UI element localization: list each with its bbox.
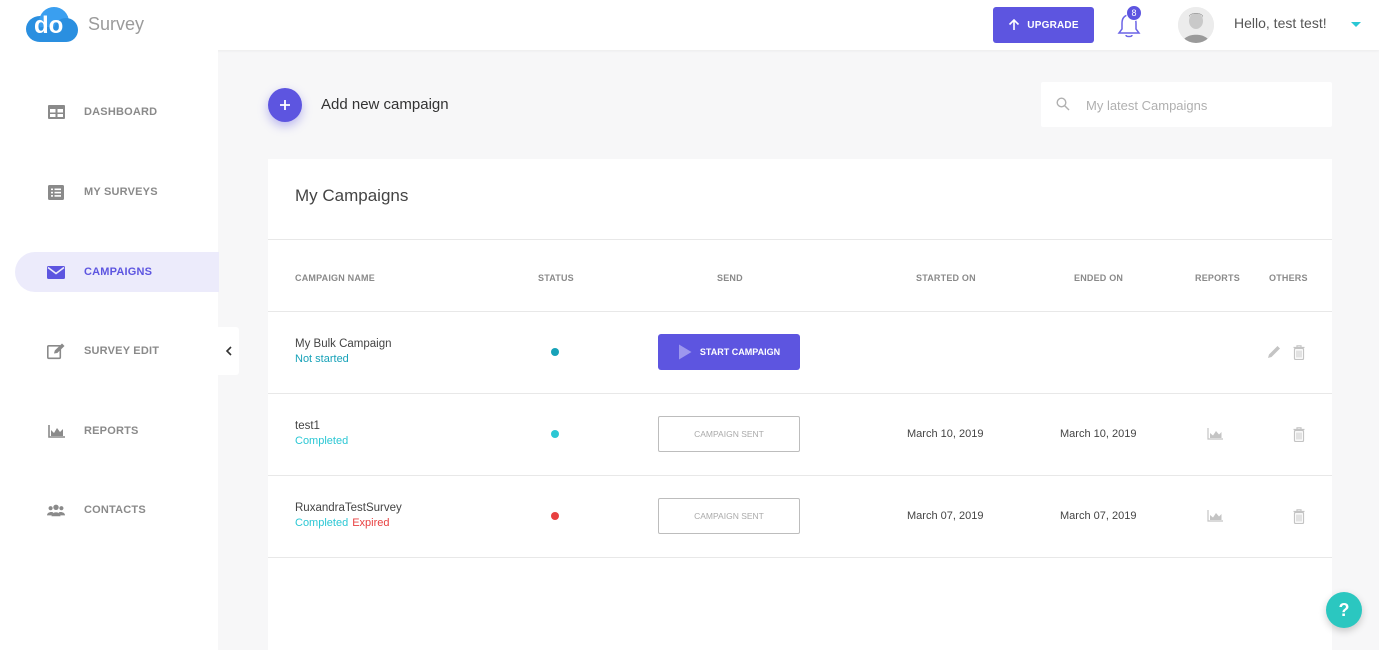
delete-campaign-button[interactable] [1291, 508, 1307, 524]
column-header-started-on: STARTED ON [916, 273, 976, 283]
sidebar-collapse-toggle[interactable] [218, 327, 239, 375]
column-header-send: SEND [717, 273, 743, 283]
users-icon [47, 502, 65, 518]
column-header-status: STATUS [538, 273, 574, 283]
campaign-name[interactable]: RuxandraTestSurvey [295, 502, 402, 514]
avatar[interactable] [1178, 7, 1214, 43]
list-icon [47, 184, 65, 200]
delete-campaign-button[interactable] [1291, 344, 1307, 360]
chevron-left-icon [225, 346, 232, 356]
envelope-icon [47, 264, 65, 280]
ended-on-date: March 10, 2019 [1060, 428, 1137, 440]
campaigns-card: My Campaigns CAMPAIGN NAME STATUS SEND S… [268, 159, 1332, 650]
sidebar-item-reports[interactable]: REPORTS [15, 411, 219, 451]
campaign-status-text: Completed Expired [295, 517, 390, 529]
sidebar-item-label: MY SURVEYS [84, 186, 158, 198]
view-report-button[interactable] [1207, 508, 1223, 524]
area-chart-icon [1207, 428, 1223, 440]
area-chart-icon [1207, 510, 1223, 522]
dashboard-icon [47, 104, 65, 120]
sidebar-item-label: CAMPAIGNS [84, 266, 153, 278]
sidebar-item-campaigns[interactable]: CAMPAIGNS [15, 252, 219, 292]
view-report-button[interactable] [1207, 426, 1223, 442]
divider [268, 557, 1332, 558]
pencil-icon [1268, 346, 1280, 358]
campaign-status-text: Completed [295, 435, 348, 447]
trash-icon [1293, 344, 1305, 360]
sidebar-item-label: CONTACTS [84, 504, 146, 516]
column-header-reports: REPORTS [1195, 273, 1240, 283]
campaign-status-text: Not started [295, 353, 349, 365]
area-chart-icon [47, 423, 65, 439]
campaign-name[interactable]: My Bulk Campaign [295, 338, 392, 350]
add-campaign-label[interactable]: Add new campaign [321, 96, 449, 113]
delete-campaign-button[interactable] [1291, 426, 1307, 442]
campaign-search [1041, 82, 1332, 127]
ended-on-date: March 07, 2019 [1060, 510, 1137, 522]
caret-down-icon[interactable] [1351, 22, 1361, 27]
brand-name: Survey [88, 14, 145, 34]
expired-label: Expired [352, 517, 390, 529]
status-label: Completed [295, 517, 349, 529]
add-campaign-button[interactable] [268, 88, 302, 122]
sidebar-item-my-surveys[interactable]: MY SURVEYS [15, 172, 219, 212]
notification-count-badge: 8 [1126, 5, 1142, 21]
search-input[interactable] [1086, 94, 1316, 116]
upgrade-button[interactable]: UPGRADE [993, 7, 1094, 43]
sidebar-item-label: DASHBOARD [84, 106, 158, 118]
sidebar-item-label: REPORTS [84, 425, 139, 437]
sidebar-item-dashboard[interactable]: DASHBOARD [15, 92, 219, 132]
help-button[interactable]: ? [1326, 592, 1362, 628]
campaign-name[interactable]: test1 [295, 420, 320, 432]
start-campaign-button[interactable]: START CAMPAIGN [658, 334, 800, 370]
top-bar: do Survey UPGRADE 8 Hello, test test! [0, 0, 1379, 50]
sidebar-item-survey-edit[interactable]: SURVEY EDIT [15, 331, 219, 371]
table-row: My Bulk Campaign Not started START CAMPA… [268, 311, 1332, 393]
column-header-ended-on: ENDED ON [1074, 273, 1124, 283]
campaign-sent-button[interactable]: CAMPAIGN SENT [658, 498, 800, 534]
table-row: RuxandraTestSurvey Completed Expired CAMP… [268, 475, 1332, 557]
column-header-others: OTHERS [1269, 273, 1308, 283]
table-row: test1 Completed CAMPAIGN SENT March 10, … [268, 393, 1332, 475]
divider [268, 239, 1332, 240]
edit-icon [47, 343, 65, 359]
status-dot [551, 512, 559, 520]
started-on-date: March 10, 2019 [907, 428, 984, 440]
start-campaign-label: START CAMPAIGN [699, 347, 781, 357]
search-icon [1056, 97, 1070, 111]
status-dot [551, 348, 559, 356]
column-header-campaign-name: CAMPAIGN NAME [295, 273, 375, 283]
started-on-date: March 07, 2019 [907, 510, 984, 522]
sidebar-item-label: SURVEY EDIT [84, 345, 160, 357]
app-logo[interactable]: do [22, 5, 80, 45]
trash-icon [1293, 426, 1305, 442]
user-avatar-icon [1178, 7, 1214, 43]
sidebar-item-contacts[interactable]: CONTACTS [15, 490, 219, 530]
status-dot [551, 430, 559, 438]
plus-icon [280, 100, 290, 110]
logo-text: do [34, 12, 64, 39]
arrow-up-icon [1009, 19, 1020, 30]
status-label: Not started [295, 353, 349, 365]
trash-icon [1293, 508, 1305, 524]
upgrade-label: UPGRADE [1027, 19, 1079, 31]
card-title: My Campaigns [295, 186, 409, 205]
edit-campaign-button[interactable] [1266, 344, 1282, 360]
user-greeting[interactable]: Hello, test test! [1234, 15, 1327, 31]
play-icon [678, 344, 692, 360]
status-label: Completed [295, 435, 349, 447]
campaign-sent-button[interactable]: CAMPAIGN SENT [658, 416, 800, 452]
sidebar: DASHBOARD MY SURVEYS CAMPAIGNS SURVEY ED… [0, 50, 219, 650]
